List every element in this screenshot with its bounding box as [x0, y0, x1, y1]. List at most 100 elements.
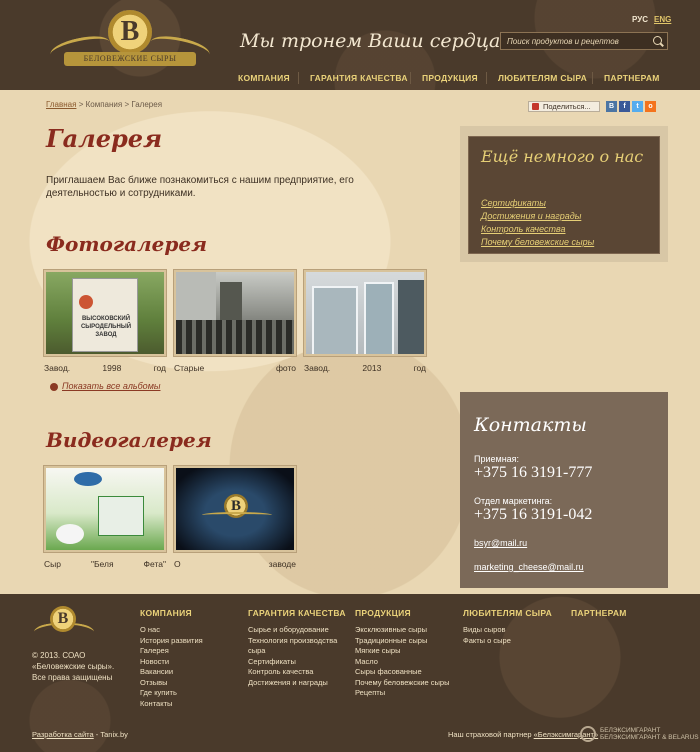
site-logo[interactable]: B БЕЛОВЕЖСКИЕ СЫРЫ [48, 8, 212, 86]
slogan: Мы тронем Ваши сердца... [240, 30, 519, 52]
breadcrumb: Главная > Компания > Галерея [46, 100, 162, 109]
nav-company[interactable]: КОМПАНИЯ [238, 73, 290, 83]
footer-link[interactable]: Виды сыров [463, 625, 552, 636]
footer-link[interactable]: Отзывы [140, 678, 203, 689]
odnoklassniki-share-icon[interactable]: о [645, 101, 656, 112]
link-why-belovezhskie[interactable]: Почему беловежские сыры [481, 237, 594, 247]
footer-link[interactable]: Достижения и награды [248, 678, 346, 689]
reception-label: Приемная: [474, 454, 520, 464]
footer-link[interactable]: Мягкие сыры [355, 646, 450, 657]
main-content: Главная > Компания > Галерея Галерея При… [0, 90, 700, 594]
footer-col-title[interactable]: ПАРТНЕРАМ [571, 608, 627, 618]
nav-quality[interactable]: ГАРАНТИЯ КАЧЕСТВА [310, 73, 408, 83]
nav-products[interactable]: ПРОДУКЦИЯ [422, 73, 478, 83]
more-about-us-box: Ещё немного о нас Сертификаты Достижения… [460, 126, 668, 262]
link-certificates[interactable]: Сертификаты [481, 198, 546, 208]
partner-logo[interactable]: БЕЛЭКСИМГАРАНТ БЕЛЭКСИМГАРАНТ & BELARUS [580, 725, 699, 743]
footer-col-quality: ГАРАНТИЯ КАЧЕСТВА Сырье и оборудование Т… [248, 608, 346, 688]
photo-caption[interactable]: Завод. 2013 год [304, 363, 426, 373]
footer-link[interactable]: Где купить [140, 688, 203, 699]
link-achievements[interactable]: Достижения и награды [481, 211, 581, 221]
lang-ru-link[interactable]: РУС [632, 15, 648, 24]
email-link[interactable]: marketing_cheese@mail.ru [474, 562, 584, 572]
search-icon[interactable] [653, 36, 662, 45]
photo-album-thumb[interactable] [174, 270, 296, 356]
footer-link[interactable]: Новости [140, 657, 203, 668]
video-logo [74, 472, 102, 486]
footer-col-title[interactable]: ГАРАНТИЯ КАЧЕСТВА [248, 608, 346, 618]
show-all-albums-link[interactable]: Показать все альбомы [50, 381, 160, 391]
footer-link[interactable]: Факты о сыре [463, 636, 552, 647]
footer-col-products: ПРОДУКЦИЯ Эксклюзивные сыры Традиционные… [355, 608, 450, 699]
email-link[interactable]: bsyr@mail.ru [474, 538, 527, 548]
site-header: B БЕЛОВЕЖСКИЕ СЫРЫ Мы тронем Ваши сердца… [0, 0, 700, 90]
photo-caption[interactable]: Завод. 1998 год [44, 363, 166, 373]
footer-link[interactable]: История развития [140, 636, 203, 647]
video-thumb[interactable] [44, 466, 166, 552]
video-caption[interactable]: О заводе [174, 559, 296, 569]
list-item: Достижения и награды [481, 210, 594, 223]
footer-link[interactable]: Эксклюзивные сыры [355, 625, 450, 636]
video-gallery-title: Видеогалерея [46, 428, 212, 452]
share-button[interactable]: Поделиться... [528, 101, 600, 112]
intro-text: Приглашаем Вас ближе познакомиться с наш… [46, 175, 354, 199]
footer-col-company: КОМПАНИЯ О нас История развития Галерея … [140, 608, 203, 709]
footer-link[interactable]: Сырье и оборудование [248, 625, 346, 636]
developer-link[interactable]: Разработка сайта [32, 730, 94, 739]
footer-col-title[interactable]: ПРОДУКЦИЯ [355, 608, 450, 618]
lang-en-link[interactable]: ENG [654, 15, 671, 24]
marketing-phone: +375 16 3191-042 [474, 506, 593, 523]
footer-link[interactable]: О нас [140, 625, 203, 636]
vk-share-icon[interactable]: В [606, 101, 617, 112]
footer-logo[interactable]: B [33, 606, 95, 642]
footer-link[interactable]: Сыры фасованные [355, 667, 450, 678]
more-about-us-links: Сертификаты Достижения и награды Контрол… [481, 197, 594, 249]
footer-link[interactable]: Традиционные сыры [355, 636, 450, 647]
breadcrumb-sep: > [78, 100, 84, 109]
footer-link[interactable]: Технология производства [248, 636, 346, 647]
breadcrumb-home[interactable]: Главная [46, 100, 76, 109]
developer-credit: Разработка сайта - Tanix.by [32, 730, 128, 739]
list-item: Контроль качества [481, 223, 594, 236]
photo-album-thumb[interactable] [304, 270, 426, 356]
search-input[interactable] [501, 33, 651, 49]
video-thumb[interactable]: B [174, 466, 296, 552]
nav-divider [592, 72, 593, 84]
product-package [98, 496, 144, 536]
video-caption[interactable]: Сыр "Беля Фета" [44, 559, 166, 569]
arrow-right-icon [50, 382, 58, 391]
footer-link[interactable]: Вакансии [140, 667, 203, 678]
footer-link[interactable]: Контроль качества [248, 667, 346, 678]
nav-divider [410, 72, 411, 84]
footer-link[interactable]: Контакты [140, 699, 203, 710]
photo-album-thumb[interactable]: ВЫСОКОВСКИЙ СЫРОДЕЛЬНЫЙ ЗАВОД [44, 270, 166, 356]
twitter-share-icon[interactable]: t [632, 101, 643, 112]
footer-link[interactable]: Почему беловежские сыры [355, 678, 450, 689]
list-item: Почему беловежские сыры [481, 236, 594, 249]
footer-col-title[interactable]: ЛЮБИТЕЛЯМ СЫРА [463, 608, 552, 618]
photo-caption[interactable]: Старые фото [174, 363, 296, 373]
group-people [176, 320, 294, 354]
nav-cheese-lovers[interactable]: ЛЮБИТЕЛЯМ СЫРА [498, 73, 587, 83]
facebook-share-icon[interactable]: f [619, 101, 630, 112]
footer-logo-medal: B [50, 606, 76, 632]
footer-link[interactable]: сыра [248, 646, 346, 657]
footer-link[interactable]: Масло [355, 657, 450, 668]
contacts-title: Контакты [474, 414, 587, 436]
reception-phone: +375 16 3191-777 [474, 464, 593, 481]
link-quality-control[interactable]: Контроль качества [481, 224, 566, 234]
copyright: © 2013. СОАО «Беловежские сыры». Все пра… [32, 651, 115, 682]
footer-link[interactable]: Рецепты [355, 688, 450, 699]
sign-text: ВЫСОКОВСКИЙ СЫРОДЕЛЬНЫЙ ЗАВОД [80, 316, 132, 338]
footer-col-title[interactable]: КОМПАНИЯ [140, 608, 203, 618]
list-item: Сертификаты [481, 197, 594, 210]
nav-divider [298, 72, 299, 84]
nav-partners[interactable]: ПАРТНЕРАМ [604, 73, 660, 83]
more-about-us-panel: Ещё немного о нас Сертификаты Достижения… [468, 136, 660, 254]
partner-logo-icon [580, 726, 596, 742]
main-nav: КОМПАНИЯ ГАРАНТИЯ КАЧЕСТВА ПРОДУКЦИЯ ЛЮБ… [226, 66, 700, 90]
marketing-label: Отдел маркетинга: [474, 496, 553, 506]
search-box [500, 32, 668, 50]
footer-link[interactable]: Сертификаты [248, 657, 346, 668]
footer-link[interactable]: Галерея [140, 646, 203, 657]
